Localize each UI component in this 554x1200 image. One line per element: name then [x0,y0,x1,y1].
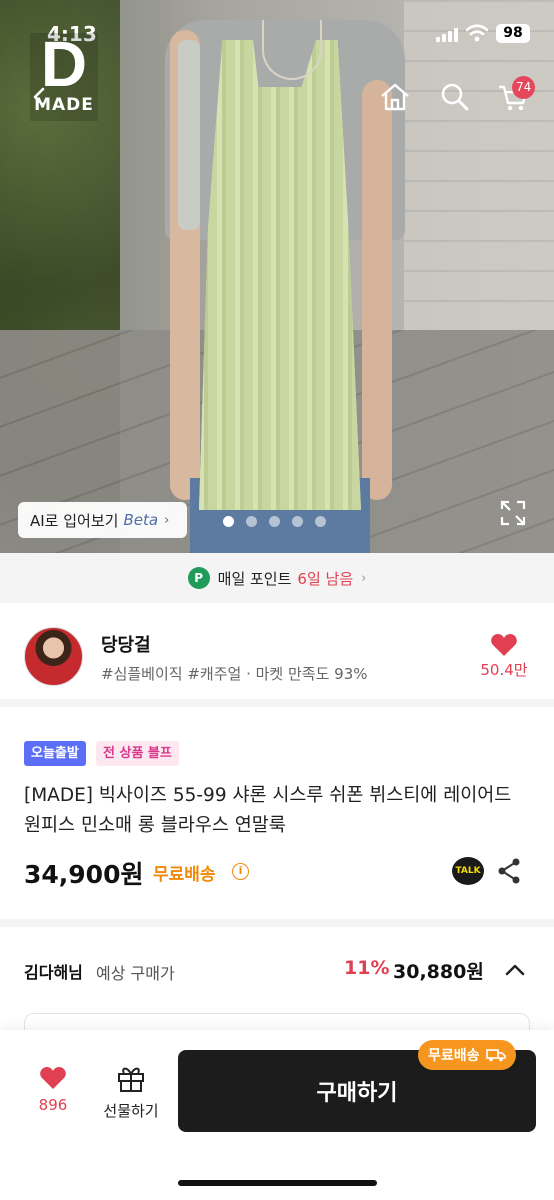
gift-label: 선물하기 [103,1102,159,1120]
gift-icon [118,1067,144,1092]
like-button[interactable]: 896 [28,1066,78,1114]
home-indicator [178,1180,377,1186]
expand-icon[interactable] [500,500,526,526]
chevron-right-icon: › [361,570,367,586]
free-shipping-label: 무료배송 [153,865,216,885]
shop-info[interactable]: 당당걸 #심플베이직 #캐주얼 · 마켓 만족도 93% 50.4만 [0,603,554,707]
share-icon[interactable] [496,857,522,885]
ai-try-on-button[interactable]: AI로 입어보기 Beta › [18,502,187,538]
beta-label: Beta [123,511,159,529]
pagination-dot[interactable] [246,516,257,527]
shop-avatar[interactable] [24,627,83,686]
kakao-talk-icon[interactable]: TALK [452,857,484,885]
bottom-action-bar: 896 선물하기 구매하기 무료배송 [0,1030,554,1200]
expected-price-amount: 30,880원 [393,961,484,983]
points-text: 매일 포인트 [217,569,292,588]
free-shipping-tag-label: 무료배송 [428,1048,480,1064]
pagination-dot[interactable] [315,516,326,527]
pagination-dot[interactable] [292,516,303,527]
product-price: 34,900원 [24,860,144,889]
back-arrow-icon[interactable] [30,86,48,108]
photo-arm-right [362,80,392,500]
shop-like-count: 50.4만 [480,661,528,679]
wifi-icon [466,24,488,42]
free-shipping-tag: 무료배송 [418,1040,516,1070]
search-icon[interactable] [438,80,472,114]
gallery-pagination [223,516,326,527]
like-count: 896 [38,1096,68,1114]
shop-tags: #심플베이직 #캐주얼 · 마켓 만족도 93% [101,665,368,683]
black-friday-badge: 전 상품 블프 [96,741,179,766]
same-day-shipping-badge: 오늘출발 [24,741,86,766]
battery-indicator: 98 [496,24,530,43]
expected-price-label: 예상 구매가 [96,964,175,983]
discount-percent: 11% [344,957,390,979]
daily-points-banner[interactable]: P 매일 포인트 6일 남음 › [0,553,554,603]
cellular-signal-icon [436,28,458,42]
product-info: 오늘출발 전 상품 블프 [MADE] 빅사이즈 55-99 샤론 시스루 쉬폰… [0,715,554,927]
gift-button[interactable]: 선물하기 [96,1064,166,1121]
product-title: [MADE] 빅사이즈 55-99 샤론 시스루 쉬폰 뷔스티에 레이어드 원피… [24,785,512,836]
pagination-dot[interactable] [223,516,234,527]
home-icon[interactable] [378,80,412,114]
chevron-right-icon: › [164,512,170,528]
pagination-dot[interactable] [269,516,280,527]
user-name: 김다해님 [24,963,83,982]
delivery-truck-icon [485,1049,506,1062]
chevron-up-icon[interactable] [504,959,526,981]
expected-price-row[interactable]: 김다해님 예상 구매가 11% 30,880원 [0,935,554,1005]
info-icon[interactable]: i [232,863,249,880]
heart-icon [40,1067,66,1089]
points-remaining: 6일 남음 [297,569,354,588]
ai-try-on-label: AI로 입어보기 [30,511,119,530]
points-icon: P [187,567,210,589]
shop-name[interactable]: 당당걸 [101,631,151,657]
heart-icon[interactable] [490,633,518,657]
